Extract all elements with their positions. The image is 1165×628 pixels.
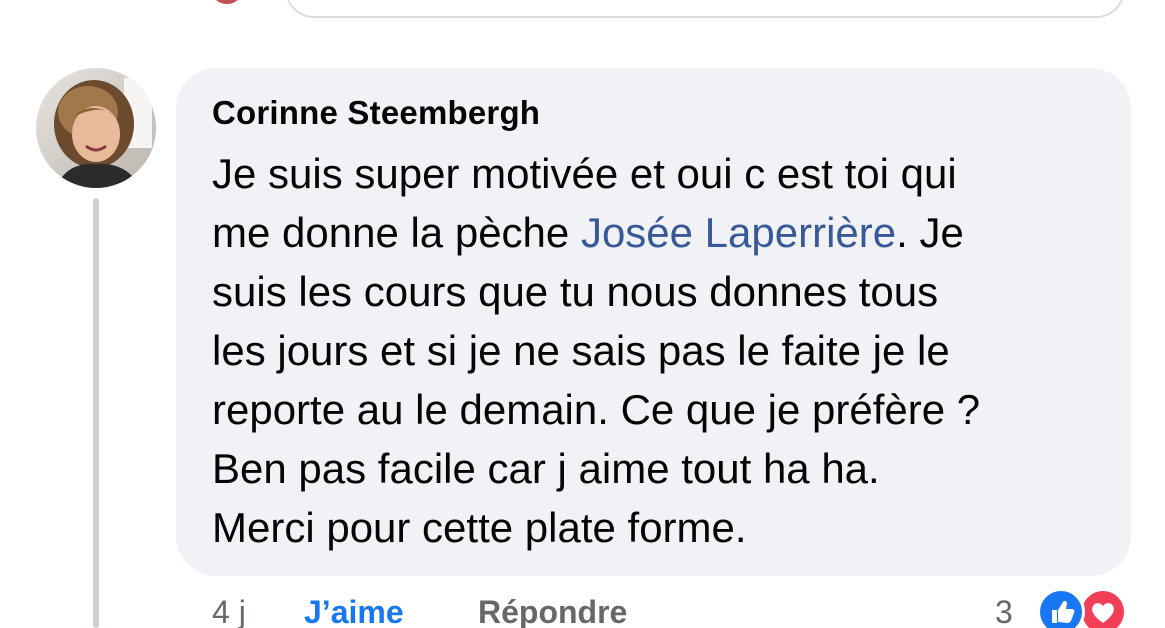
avatar[interactable] — [36, 68, 156, 188]
comment-line-text: me donne la pèche — [212, 209, 581, 256]
comment-line-text: Je suis super motivée et oui c est toi q… — [212, 150, 957, 197]
comment-line-text: les jours et si je ne sais pas le faite … — [212, 327, 950, 374]
previous-avatar-edge — [210, 0, 244, 4]
comment-line-text: . Je — [896, 209, 964, 256]
reaction-count: 3 — [995, 594, 1013, 628]
thumbs-up-icon — [1037, 588, 1085, 628]
comment-text: Je suis super motivée et oui c est toi q… — [212, 144, 1112, 557]
heart-icon — [1079, 588, 1127, 628]
previous-comment-input[interactable] — [285, 0, 1125, 18]
comment-line: suis les cours que tu nous donnes tous — [212, 262, 1112, 321]
avatar-photo — [36, 68, 156, 188]
comment-line-text: Ben pas facile car j aime tout ha ha. — [212, 445, 880, 492]
comment-author[interactable]: Corinne Steembergh — [212, 94, 540, 132]
comment-line-text: reporte au le demain. Ce que je préfère … — [212, 386, 981, 433]
comment-line: les jours et si je ne sais pas le faite … — [212, 321, 1112, 380]
reply-button[interactable]: Répondre — [478, 594, 627, 628]
comment-line: Merci pour cette plate forme. — [212, 498, 1112, 557]
comment-thread: Corinne Steembergh Je suis super motivée… — [0, 0, 1165, 628]
comment-line: Je suis super motivée et oui c est toi q… — [212, 144, 1112, 203]
comment-line: reporte au le demain. Ce que je préfère … — [212, 380, 1112, 439]
comment-line-text: suis les cours que tu nous donnes tous — [212, 268, 939, 315]
comment-timestamp[interactable]: 4 j — [212, 594, 246, 628]
comment-line-text: Merci pour cette plate forme. — [212, 504, 747, 551]
thread-line — [93, 198, 99, 628]
like-button[interactable]: J’aime — [304, 594, 404, 628]
comment-line: Ben pas facile car j aime tout ha ha. — [212, 439, 1112, 498]
comment-line: me donne la pèche Josée Laperrière. Je — [212, 203, 1112, 262]
mention-link[interactable]: Josée Laperrière — [581, 209, 896, 256]
